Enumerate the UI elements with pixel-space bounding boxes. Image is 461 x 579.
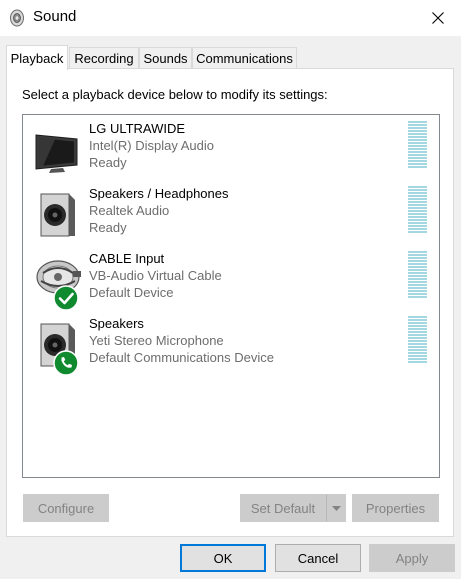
default-check-icon [53,285,79,311]
cancel-button[interactable]: Cancel [275,544,361,572]
properties-label: Properties [365,500,426,516]
device-name: Speakers [89,316,144,331]
ok-button[interactable]: OK [180,544,266,572]
configure-button[interactable]: Configure [23,494,109,522]
chevron-down-icon [331,505,341,511]
properties-button[interactable]: Properties [352,494,439,522]
close-button[interactable] [415,0,461,36]
sound-dialog: Sound Playback Recording Sounds Communic… [0,0,461,579]
tab-sounds[interactable]: Sounds [139,47,192,69]
device-description: Realtek Audio [89,203,170,218]
set-default-label: Set Default [250,500,316,516]
device-description: Yeti Stereo Microphone [89,333,224,348]
apply-label: Apply [395,550,429,566]
tab-playback[interactable]: Playback [6,45,68,70]
configure-label: Configure [37,500,95,516]
tab-label: Communications [196,51,293,66]
tab-label: Recording [74,51,134,66]
volume-meter [408,316,427,364]
device-list[interactable]: LG ULTRAWIDE Intel(R) Display Audio Read… [22,114,440,478]
device-item-cable-input[interactable]: CABLE Input VB-Audio Virtual Cable Defau… [23,245,439,311]
apply-button[interactable]: Apply [369,544,455,572]
volume-meter [408,251,427,299]
device-name: LG ULTRAWIDE [89,121,186,136]
device-item-speakers[interactable]: Speakers Yeti Stereo Microphone Default … [23,310,439,376]
instruction-text: Select a playback device below to modify… [22,87,328,102]
speaker-box-icon [40,193,75,237]
device-status: Default Device [89,285,174,300]
device-status: Ready [89,220,127,235]
speaker-icon [10,9,24,27]
phone-icon [53,350,79,376]
tab-communications[interactable]: Communications [192,47,297,69]
volume-meter [408,186,427,234]
device-item-lg-ultrawide[interactable]: LG ULTRAWIDE Intel(R) Display Audio Read… [23,115,439,180]
title-bar: Sound [0,0,461,36]
set-default-dropdown[interactable] [326,494,346,522]
device-item-speakers-headphones[interactable]: Speakers / Headphones Realtek Audio Read… [23,180,439,245]
device-status: Default Communications Device [89,350,274,365]
tab-label: Playback [10,50,64,66]
device-status: Ready [89,155,127,170]
volume-meter [408,121,427,169]
window-title: Sound [33,8,77,25]
device-description: VB-Audio Virtual Cable [89,268,222,283]
ok-label: OK [213,550,233,566]
cancel-label: Cancel [297,550,339,566]
playback-panel: Select a playback device below to modify… [6,68,454,537]
tab-label: Sounds [143,51,188,66]
set-default-button[interactable]: Set Default [240,494,326,522]
device-name: Speakers / Headphones [89,186,229,201]
tab-recording[interactable]: Recording [69,47,139,69]
close-icon [432,12,444,24]
monitor-icon [35,134,78,173]
device-description: Intel(R) Display Audio [89,138,214,153]
device-name: CABLE Input [89,251,165,266]
